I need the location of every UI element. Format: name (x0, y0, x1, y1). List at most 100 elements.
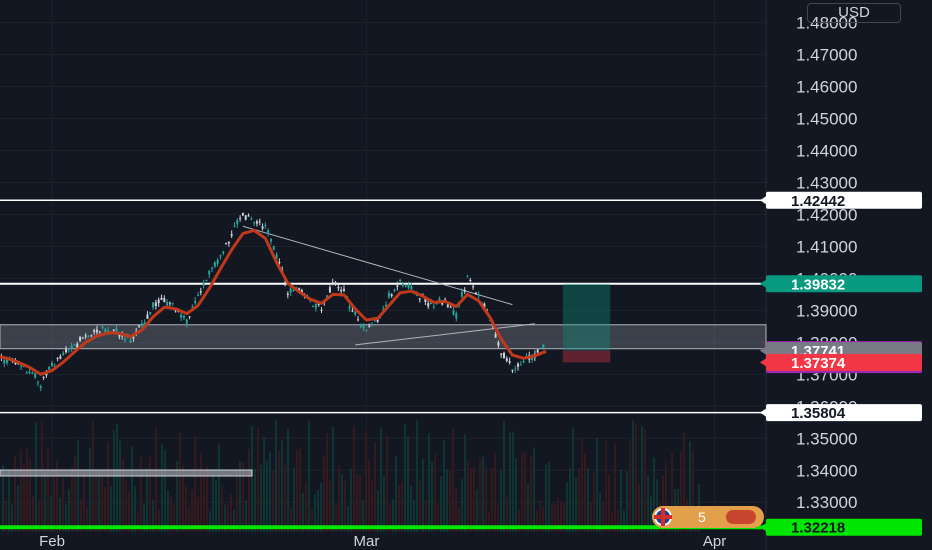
y-tick-label: 1.33000 (796, 493, 857, 512)
volume-bar (179, 431, 181, 532)
volume-bar (275, 419, 277, 532)
events-badge[interactable]: 5 (652, 506, 764, 528)
candle-body (98, 331, 101, 333)
candle-body (399, 279, 402, 282)
volume-bar (74, 454, 76, 532)
price-tag: 1.37374 (760, 353, 922, 372)
volume-bar (308, 420, 310, 532)
volume-bar (473, 466, 475, 532)
candle-body (455, 313, 458, 319)
candle-body (284, 282, 287, 284)
candle-body (387, 292, 390, 298)
volume-bar (149, 456, 151, 532)
volume-bar (269, 451, 271, 532)
volume-bar (371, 479, 373, 532)
volume-bar (53, 469, 55, 532)
candle-body (59, 356, 62, 359)
volume-bar (545, 464, 547, 532)
candle-body (25, 372, 28, 374)
candle-body (452, 310, 455, 315)
volume-bar (509, 432, 511, 532)
candle-body (28, 371, 31, 373)
volume-bar (365, 431, 367, 532)
volume-bar (218, 443, 220, 532)
candle-body (163, 298, 166, 303)
position-stop-zone (562, 350, 611, 363)
candle-body (264, 224, 267, 227)
candle-body (222, 251, 225, 254)
candle-body (196, 295, 199, 297)
volume-bar (521, 453, 523, 532)
volume-bar (95, 470, 97, 532)
volume-bar (416, 420, 418, 532)
candle-body (449, 306, 452, 308)
candle-body (227, 241, 230, 244)
volume-bar (515, 457, 517, 532)
candle-body (410, 285, 413, 290)
candle-body (427, 303, 430, 307)
candle-body (253, 222, 256, 224)
volume-bar (446, 469, 448, 532)
candle-body (334, 282, 337, 285)
volume-bar (263, 437, 265, 532)
candle-body (146, 314, 149, 319)
candle-body (542, 344, 545, 348)
volume-bar (629, 439, 631, 532)
candle-body (42, 376, 45, 378)
volume-bar (212, 469, 214, 532)
volume-bar (608, 474, 610, 532)
candle-body (171, 302, 174, 304)
candle-body (56, 357, 59, 359)
candle-body (65, 349, 68, 353)
candle-body (401, 283, 404, 286)
candle-body (84, 335, 87, 337)
volume-bar (461, 479, 463, 532)
candle-body (182, 315, 185, 318)
y-tick-label: 1.39000 (796, 301, 857, 320)
volume-bar (344, 480, 346, 532)
candle-body (48, 366, 51, 370)
volume-bar (266, 460, 268, 532)
volume-bar (464, 434, 466, 532)
candle-body (463, 289, 466, 292)
candle-body (505, 358, 508, 361)
x-tick-label: Apr (703, 533, 726, 550)
candle-body (371, 323, 374, 325)
price-tag-value: 1.37374 (791, 355, 846, 372)
volume-bar (338, 465, 340, 532)
volume-bar (134, 486, 136, 532)
candle-body (115, 328, 118, 332)
chart-canvas[interactable]: 1.480001.470001.460001.450001.440001.430… (0, 0, 932, 550)
price-tag-value: 1.35804 (791, 405, 846, 422)
candle-body (250, 219, 253, 221)
candle-body (81, 337, 84, 339)
volume-bar (14, 456, 16, 532)
volume-bar (125, 481, 127, 532)
volume-bar (305, 482, 307, 532)
volume-bar (92, 421, 94, 532)
volume-bar (593, 472, 595, 532)
candle-body (368, 325, 371, 327)
volume-bar (62, 478, 64, 532)
y-tick-label: 1.44000 (796, 141, 857, 160)
volume-bar (203, 473, 205, 532)
y-tick-label: 1.47000 (796, 46, 857, 65)
volume-bar (584, 453, 586, 532)
candle-body (497, 342, 500, 346)
currency-label[interactable]: USD (807, 3, 901, 23)
price-tag-value: 1.39832 (791, 276, 845, 293)
volume-bar (47, 448, 49, 532)
candle-body (157, 299, 160, 304)
volume-bar (587, 468, 589, 532)
volume-bar (329, 479, 331, 532)
candle-body (152, 302, 155, 308)
volume-bar (107, 441, 109, 532)
candle-body (51, 362, 53, 366)
volume-bar (470, 468, 472, 532)
volume-bar (278, 450, 280, 532)
volume-bar (161, 444, 163, 532)
candle-body (474, 292, 477, 295)
volume-bar (380, 427, 382, 532)
volume-bar (155, 426, 157, 532)
volume-bar (431, 461, 433, 532)
